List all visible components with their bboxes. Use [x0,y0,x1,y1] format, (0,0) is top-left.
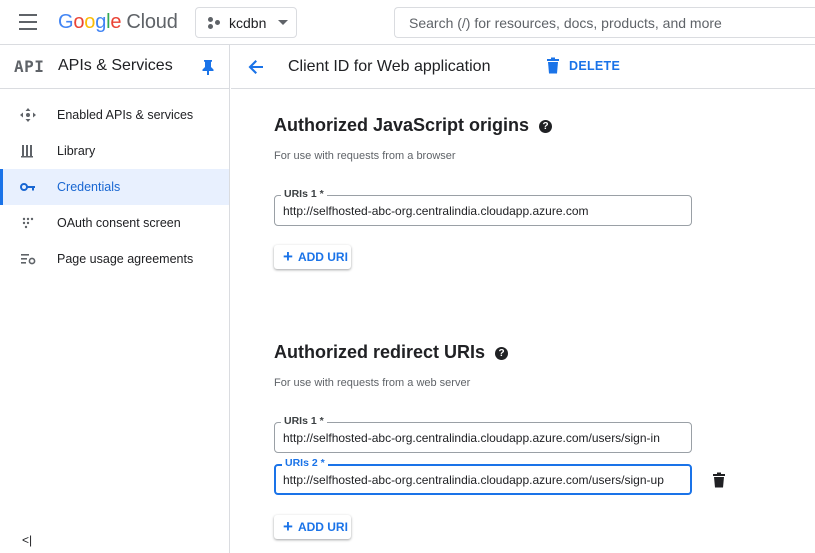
sidebar-title: APIs & Services [58,57,173,74]
redirect-uris-hint: For use with requests from a web server [274,377,471,389]
redirect-uri-2-field: URIs 2 * [274,457,692,495]
js-origin-uri-1-input[interactable] [283,202,683,220]
help-icon[interactable]: ? [539,120,553,133]
key-icon [20,183,35,191]
page-header: Client ID for Web application DELETE [231,45,815,89]
google-cloud-logo[interactable]: Google Cloud [58,11,178,34]
delete-uri-icon[interactable] [712,472,726,488]
field-label: URIs 1 * [281,415,327,427]
field-label: URIs 1 * [281,188,327,200]
add-js-origin-button[interactable]: + ADD URI [274,245,351,269]
redirect-uris-title: Authorized redirect URIs? [274,342,509,363]
sidebar-item-oauth-consent[interactable]: OAuth consent screen [0,205,229,241]
sidebar-item-library[interactable]: Library [0,133,229,169]
field-label: URIs 2 * [282,457,328,469]
back-arrow-icon[interactable] [245,56,267,78]
library-icon [21,145,33,158]
plus-icon: + [283,517,293,536]
trash-icon [547,57,559,74]
js-origins-hint: For use with requests from a browser [274,150,456,162]
project-icon [208,16,220,29]
oauth-icon [22,217,34,229]
js-origin-uri-1-field: URIs 1 * [274,188,692,226]
help-icon[interactable]: ? [495,347,509,360]
sidebar-item-credentials[interactable]: Credentials [0,169,229,205]
settings-list-icon [21,254,36,265]
sidebar: API APIs & Services Enabled APIs & servi… [0,45,230,553]
page-title: Client ID for Web application [288,58,491,75]
pin-icon[interactable] [201,59,215,75]
main-content: Client ID for Web application DELETE Aut… [231,45,815,553]
chevron-down-icon [278,20,289,25]
sidebar-item-enabled-apis[interactable]: Enabled APIs & services [0,97,229,133]
redirect-uri-1-input[interactable] [283,429,683,447]
top-bar: Google Cloud kcdbn Search (/) for resourc… [0,0,815,45]
add-redirect-uri-button[interactable]: + ADD URI [274,515,351,539]
collapse-sidebar-icon[interactable]: <| [22,533,32,547]
search-input[interactable]: Search (/) for resources, docs, products… [394,7,815,38]
sidebar-header: API APIs & Services [0,45,229,89]
apis-icon [20,108,36,122]
sidebar-item-page-usage[interactable]: Page usage agreements [0,241,229,277]
main-menu-icon[interactable] [17,14,45,32]
delete-button[interactable]: DELETE [546,57,620,74]
project-name: kcdbn [229,14,267,31]
redirect-uri-1-field: URIs 1 * [274,415,692,453]
js-origins-title: Authorized JavaScript origins? [274,115,553,136]
sidebar-nav: Enabled APIs & services Library Credenti… [0,97,229,277]
search-placeholder: Search (/) for resources, docs, products… [409,14,722,31]
api-logo: API [14,57,45,76]
redirect-uri-2-input[interactable] [283,471,683,489]
project-picker[interactable]: kcdbn [195,7,297,38]
plus-icon: + [283,247,293,266]
